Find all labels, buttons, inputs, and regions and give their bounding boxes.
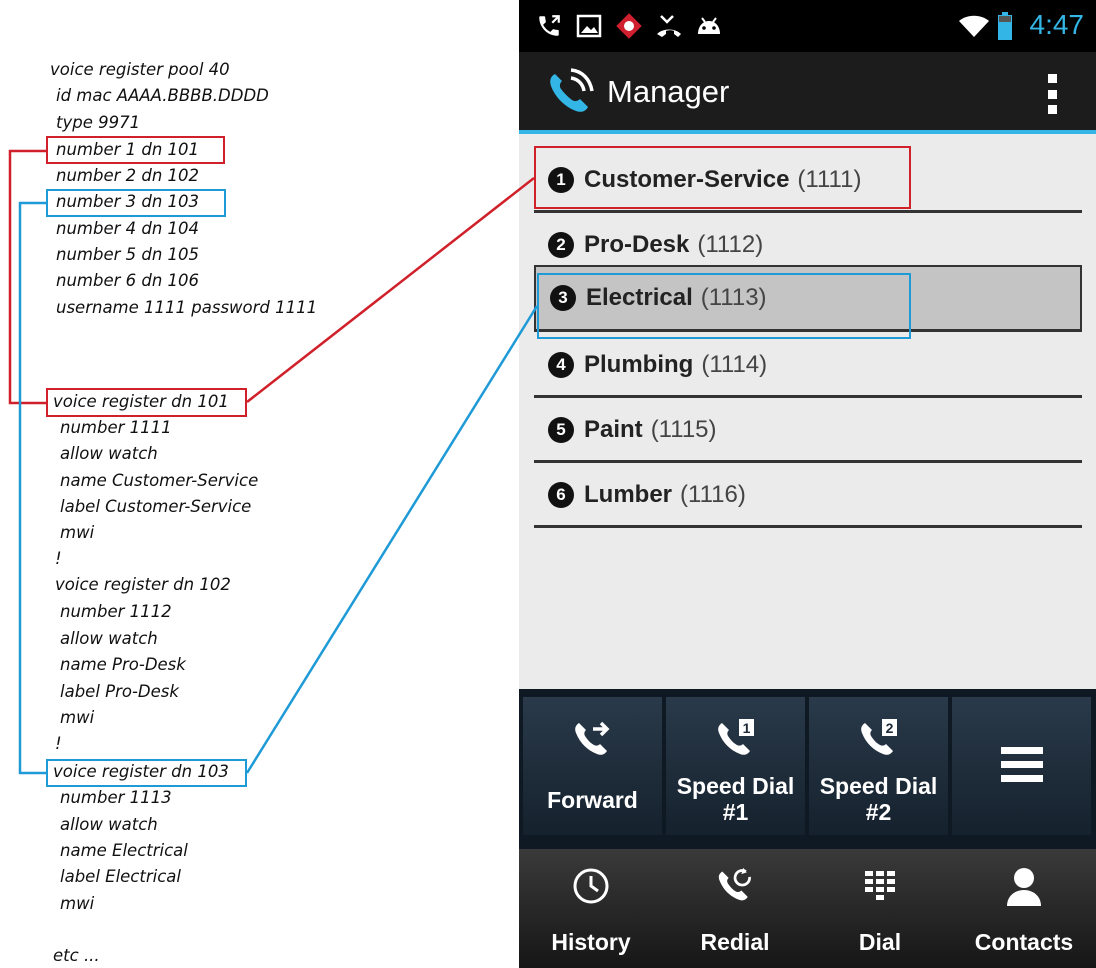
tab-label: History (551, 929, 631, 955)
config-line: mwi (60, 523, 95, 542)
call-icon (535, 12, 563, 40)
config-line: allow watch (60, 815, 158, 834)
line-name: Paint (584, 415, 643, 443)
config-line: number 1113 (60, 788, 172, 807)
person-icon (1005, 865, 1043, 907)
config-line: etc ... (53, 946, 100, 965)
forward-button[interactable]: Forward (523, 697, 662, 835)
tab-label: Redial (700, 929, 770, 955)
tab-label: Dial (858, 929, 902, 955)
app-title: Manager (607, 74, 730, 109)
tab-label: Contacts (974, 929, 1074, 955)
red-connector-line (246, 177, 535, 403)
config-line: mwi (60, 708, 95, 727)
highlight-electrical (537, 273, 911, 339)
clock-icon (572, 865, 610, 907)
number-badge: 5 (548, 416, 574, 443)
action-bar: Manager (519, 52, 1096, 134)
config-line: number 1111 (60, 418, 172, 437)
call-forward-icon (571, 717, 615, 761)
battery-icon (997, 12, 1013, 40)
svg-text:1: 1 (742, 720, 750, 736)
tab-dial[interactable]: Dial (808, 849, 952, 968)
redial-icon (715, 865, 755, 907)
list-item-plumbing[interactable]: 4 Plumbing (1114) (534, 334, 1082, 398)
number-badge: 4 (548, 351, 574, 378)
softkey-label: Speed Dial #1 (676, 773, 795, 825)
highlight-number-1 (46, 136, 225, 164)
config-line: voice register dn 102 (55, 575, 231, 594)
line-extension: (1112) (697, 230, 764, 258)
config-line: name Pro-Desk (60, 655, 186, 674)
highlight-number-3 (46, 189, 226, 217)
list-item-lumber[interactable]: 6 Lumber (1116) (534, 464, 1082, 528)
config-line: ! (55, 734, 62, 753)
status-time: 4:47 (1029, 9, 1085, 40)
missed-call-icon (655, 12, 683, 40)
highlight-dn-101 (46, 388, 247, 417)
config-line: mwi (60, 894, 95, 913)
list-item-paint[interactable]: 5 Paint (1115) (534, 399, 1082, 463)
softkey-label: Speed Dial #2 (819, 773, 938, 825)
tab-bar: History Redial Dial Contacts (519, 849, 1096, 968)
number-badge: 6 (548, 481, 574, 508)
overflow-menu-icon[interactable] (1048, 74, 1058, 114)
config-line: label Pro-Desk (60, 682, 179, 701)
phone-wifi-logo-icon (545, 68, 595, 118)
highlight-dn-103 (46, 759, 247, 787)
menu-icon (1000, 743, 1043, 787)
config-line: number 1112 (60, 602, 172, 621)
line-extension: (1116) (680, 480, 746, 508)
tab-redial[interactable]: Redial (663, 849, 807, 968)
speed-dial-2-button[interactable]: 2 Speed Dial #2 (809, 697, 948, 835)
status-bar: 4:47 (519, 0, 1096, 52)
speed-dial-1-button[interactable]: 1 Speed Dial #1 (666, 697, 805, 835)
image-icon (575, 12, 603, 40)
config-line: name Electrical (60, 841, 188, 860)
config-line: number 4 dn 104 (56, 219, 200, 238)
config-line: voice register pool 40 (50, 60, 230, 79)
config-line: ! (55, 549, 62, 568)
config-line: label Electrical (60, 867, 181, 886)
line-name: Pro-Desk (584, 230, 690, 258)
line-name: Lumber (584, 480, 673, 508)
config-line: allow watch (60, 444, 158, 463)
softkey-bar: Forward 1 Speed Dial #1 2 Speed Dial #2 (519, 689, 1096, 849)
config-line: number 2 dn 102 (56, 166, 200, 185)
menu-button[interactable] (952, 697, 1091, 835)
blue-connector-line (245, 305, 539, 774)
line-extension: (1114) (701, 350, 768, 378)
dialpad-icon (863, 865, 897, 907)
blue-bracket-line (18, 201, 46, 775)
wifi-icon (957, 12, 991, 40)
config-line: allow watch (60, 629, 158, 648)
line-list: 1 Customer-Service (1111) 2 Pro-Desk (11… (519, 134, 1096, 689)
config-line: number 5 dn 105 (56, 245, 200, 264)
tab-contacts[interactable]: Contacts (952, 849, 1096, 968)
speed-dial-1-icon: 1 (714, 717, 758, 761)
line-name: Plumbing (584, 350, 694, 378)
config-line: id mac AAAA.BBBB.DDDD (56, 86, 269, 105)
config-line: type 9971 (56, 113, 141, 132)
svg-text:2: 2 (885, 720, 893, 736)
speed-dial-2-icon: 2 (857, 717, 901, 761)
android-icon (695, 12, 723, 40)
highlight-customer-service (534, 146, 911, 209)
number-badge: 2 (548, 231, 574, 258)
alert-icon (615, 12, 643, 40)
config-line: username 1111 password 1111 (56, 298, 318, 317)
red-bracket-line (8, 149, 46, 405)
line-extension: (1115) (650, 415, 717, 443)
config-line: number 6 dn 106 (56, 271, 200, 290)
tab-history[interactable]: History (519, 849, 663, 968)
config-line: label Customer-Service (60, 497, 252, 516)
config-line: name Customer-Service (60, 471, 259, 490)
softkey-label: Forward (547, 787, 638, 813)
